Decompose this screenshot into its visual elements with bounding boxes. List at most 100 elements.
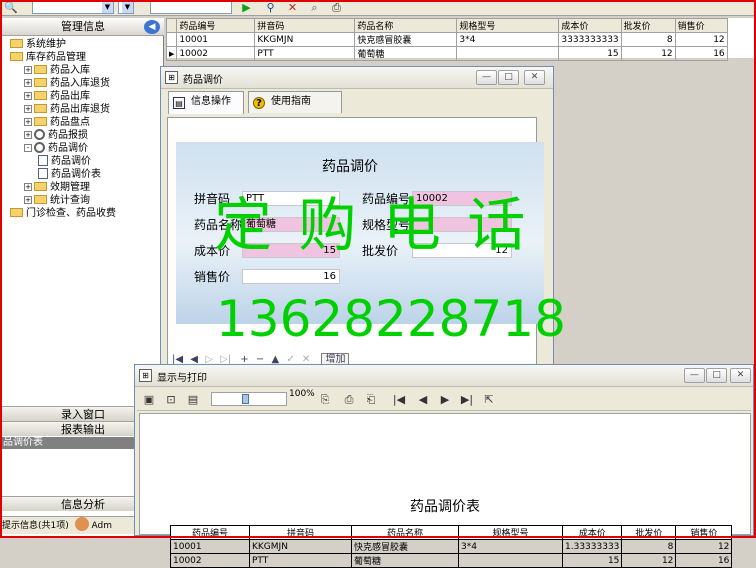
grid-cell[interactable]: 16 (674, 46, 728, 61)
first-page-icon[interactable]: |◀ (391, 392, 407, 407)
grid-cell[interactable]: 12 (674, 32, 728, 47)
report-page: 药品调价表 药品编号 拼音码 药品名称 规格型号 成本价 批发价 销售价 100… (139, 413, 751, 568)
expand-icon[interactable]: + (24, 66, 32, 74)
report-col-header: 拼音码 (249, 525, 352, 540)
grid-cell[interactable]: 15 (558, 46, 622, 61)
report-row: 10002 PTT 葡萄糖 15 12 16 (170, 553, 733, 568)
attach-icon[interactable]: ⌕ (308, 1, 321, 14)
expand-icon[interactable]: + (24, 105, 32, 113)
tree-item[interactable]: 系统维护 (10, 38, 66, 51)
grid-col-header[interactable]: 销售价 (674, 18, 728, 33)
page-setup-icon[interactable]: ⎘ (317, 392, 333, 407)
expand-icon[interactable]: + (24, 196, 32, 204)
prev-page-icon[interactable]: ◀ (415, 392, 431, 407)
next-page-icon[interactable]: ▶ (437, 392, 453, 407)
grid-cell[interactable]: 葡萄糖 (354, 46, 458, 61)
window-title: 药品调价 (183, 75, 223, 86)
collapse-icon[interactable]: ◀ (144, 20, 160, 34)
zoom-slider[interactable] (211, 392, 287, 406)
status-text: 提示信息(共1项) (2, 521, 69, 531)
folder-icon (10, 39, 23, 48)
tree-item[interactable]: 药品调价表 (38, 168, 101, 181)
maximize-button[interactable]: □ (498, 70, 519, 85)
expand-icon[interactable]: + (24, 131, 32, 139)
page-view-icon[interactable]: ▣ (141, 392, 157, 407)
grid-col-header[interactable]: 药品名称 (354, 18, 458, 33)
tab-info-operation[interactable]: ▤ 信息操作 (168, 91, 244, 114)
grid-row[interactable]: 10001 KKGMJN 快克感冒胶囊 3*4 3333333333 8 12 (165, 32, 728, 47)
grid-cell[interactable]: 8 (620, 32, 676, 47)
tab-user-guide[interactable]: ? 使用指南 (248, 91, 342, 113)
exit-preview-icon[interactable]: ⇱ (481, 392, 497, 407)
tree-item-label: 库存药品管理 (26, 52, 86, 63)
collapse-icon[interactable]: - (24, 144, 32, 152)
app-window-icon: ⊞ (139, 369, 152, 382)
print-toolbar: ▣ ⊡ ▤ 100% ⎘ ⎙ ⎗ |◀ ◀ ▶ ▶| ⇱ (137, 389, 751, 411)
report-cell: 葡萄糖 (351, 553, 459, 568)
grid-cell[interactable]: 快克感冒胶囊 (354, 32, 458, 47)
tree-item[interactable]: 库存药品管理 (10, 51, 86, 64)
tree-item[interactable]: 药品调价 (38, 155, 91, 168)
tree-item-label: 药品调价 (51, 156, 91, 167)
report-col-header: 药品编号 (170, 525, 250, 540)
tree-item-label: 药品入库退货 (50, 78, 110, 89)
toolbar-combo-3[interactable] (150, 1, 232, 14)
grid-cell[interactable]: PTT (254, 46, 356, 61)
report-cell: 12 (621, 553, 677, 568)
retail-field[interactable]: 16 (242, 269, 340, 284)
tree-item[interactable]: + 药品入库 (24, 64, 90, 77)
print-icon[interactable]: ⎙ (341, 392, 357, 407)
minimize-button[interactable]: — (684, 368, 705, 383)
grid-cell[interactable] (456, 46, 560, 61)
tree-item[interactable]: + 药品报损 (24, 129, 88, 142)
report-cell: 8 (621, 539, 677, 554)
export-icon[interactable]: ⎗ (363, 392, 379, 407)
grid-cell[interactable]: 3*4 (456, 32, 560, 47)
grid-col-header[interactable]: 批发价 (620, 18, 676, 33)
close-button[interactable]: ✕ (524, 70, 545, 85)
toolbar-combo-2[interactable]: ▼ (118, 1, 134, 14)
grid-col-header[interactable]: 药品编号 (176, 18, 256, 33)
close-icon[interactable]: ✕ (286, 1, 299, 14)
expand-icon[interactable]: + (24, 118, 32, 126)
tree-item[interactable]: + 药品入库退货 (24, 77, 110, 90)
tree-item[interactable]: + 统计查询 (24, 194, 90, 207)
zoom-thumb[interactable] (242, 394, 249, 404)
expand-icon[interactable]: + (24, 92, 32, 100)
tree-item[interactable]: 门诊检查、药品收费 (10, 207, 116, 220)
close-button[interactable]: ✕ (730, 368, 751, 383)
expand-icon[interactable]: + (24, 79, 32, 87)
grid-cell[interactable]: 10002 (176, 46, 256, 61)
folder-icon (34, 104, 47, 113)
grid-row[interactable]: ▶ 10002 PTT 葡萄糖 15 12 16 (165, 46, 728, 61)
print-icon[interactable]: ⎙ (330, 1, 343, 14)
fit-view-icon[interactable]: ⊡ (163, 392, 179, 407)
search-icon[interactable]: 🔍 (4, 1, 18, 14)
tree-item[interactable]: + 药品出库 (24, 90, 90, 103)
tree-item[interactable]: + 药品盘点 (24, 116, 90, 129)
chevron-down-icon: ▼ (102, 2, 113, 13)
grid-col-header[interactable]: 成本价 (558, 18, 622, 33)
tree-item[interactable]: + 效期管理 (24, 181, 90, 194)
find-icon[interactable]: ⚲ (264, 1, 277, 14)
grid-cell[interactable]: 10001 (176, 32, 256, 47)
tree-item-label: 药品调价表 (51, 169, 101, 180)
tree-item[interactable]: + 药品出库退货 (24, 103, 110, 116)
last-page-icon[interactable]: ▶| (459, 392, 475, 407)
list-view-icon[interactable]: ▤ (185, 392, 201, 407)
maximize-button[interactable]: □ (706, 368, 727, 383)
tree-item[interactable]: - 药品调价 (24, 142, 88, 155)
toolbar-combo-1[interactable]: ▼ (32, 1, 114, 14)
minimize-button[interactable]: — (476, 70, 497, 85)
navigation-tree: 系统维护 库存药品管理 + 药品入库 + 药品入库退货 + 药品出库 + 药品出库退货 + 药品盘点 +… (2, 38, 164, 408)
folder-open-icon (10, 52, 23, 61)
grid-col-header[interactable]: 拼音码 (254, 18, 356, 33)
grid-cell[interactable]: KKGMJN (254, 32, 356, 47)
grid-cell[interactable]: 12 (620, 46, 676, 61)
grid-cell[interactable]: 3333333333 (558, 32, 622, 47)
play-icon[interactable]: ▶ (240, 1, 253, 14)
report-cell: 12 (675, 539, 733, 554)
left-panel-header: 管理信息 ◀ (2, 18, 164, 36)
grid-col-header[interactable]: 规格型号 (456, 18, 560, 33)
expand-icon[interactable]: + (24, 183, 32, 191)
